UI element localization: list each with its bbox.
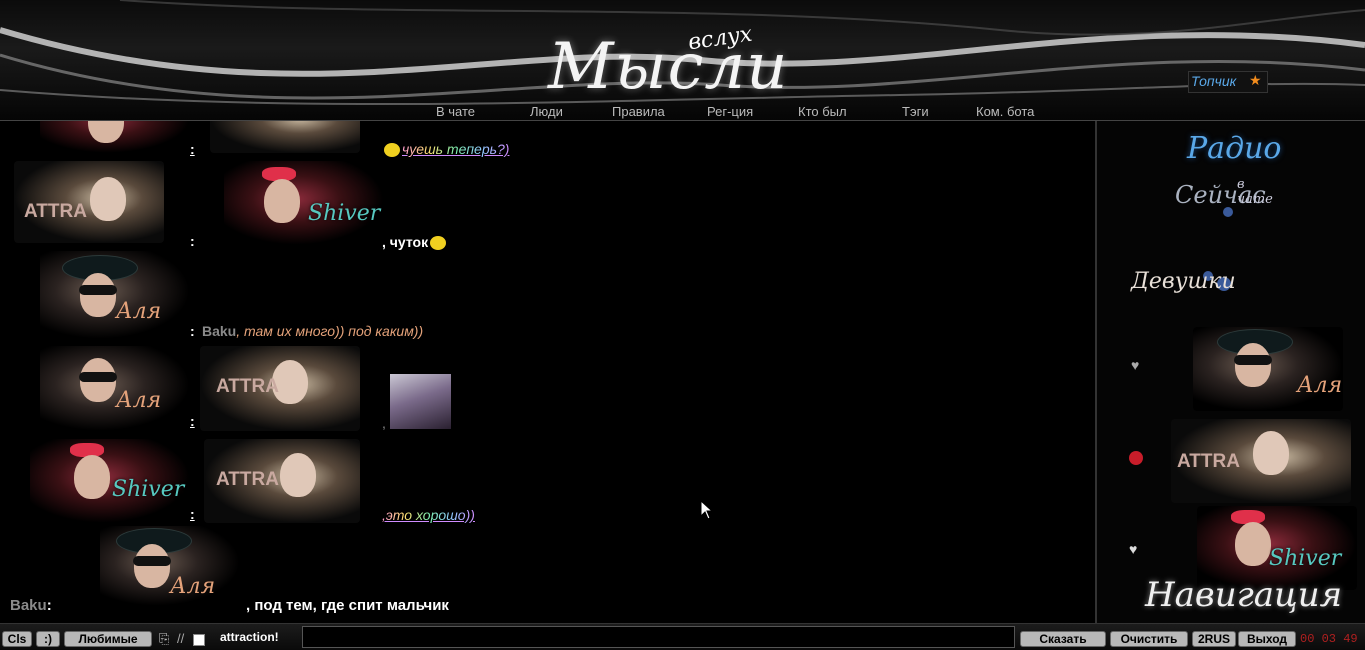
avatar-label: Shiver [112,477,185,502]
nav-tags[interactable]: Тэги [902,104,929,119]
heart-icon: ♥ [1131,357,1140,373]
avatar-label: ATTRA [218,121,281,123]
translit-button[interactable]: 2RUS [1192,631,1236,647]
decor-dot [1223,207,1233,217]
exit-button[interactable]: Выход [1238,631,1296,647]
avatar-label: ATTRA [216,376,279,397]
navigation-link[interactable]: Навигация [1145,575,1342,615]
favorites-button[interactable]: Любимые [64,631,152,647]
say-button[interactable]: Сказать [1020,631,1106,647]
session-timer: 00 03 49 [1300,632,1358,646]
avatar-label: Аля [116,388,162,413]
right-panel: Радио Сейчас в чате Девушки ♥ Аля ATTRA … [1095,121,1365,623]
heart-icon: ♥ [1129,541,1138,557]
message-text: чуешь теперь?) [382,141,509,158]
avatar-shiver[interactable]: Shiver [30,439,190,523]
nav-in-chat[interactable]: В чате [436,104,475,119]
bottom-toolbar: Cls :) Любимые ⎘ // attraction! Сказать … [0,623,1365,650]
smiles-button[interactable]: :) [36,631,60,647]
avatar-alya[interactable]: Аля [40,346,190,431]
avatar-shiver[interactable]: Shiver [40,121,190,153]
online-user-alya[interactable]: Аля [1193,327,1343,411]
star-icon: ★ [1249,72,1262,88]
attach-icon[interactable]: ⎘ [159,631,169,647]
message-text: , [382,415,386,431]
avatar-label: Аля [116,299,162,324]
avatar-alya[interactable]: Аля [100,526,240,606]
avatar-label: ATTRA [1177,451,1240,472]
avatar-attra[interactable]: ATTRA [200,346,360,431]
avatar-attra[interactable]: ATTRA [210,121,360,153]
nav-bot-commands[interactable]: Ком. бота [976,104,1034,119]
private-checkbox[interactable] [193,634,205,646]
online-user-attra[interactable]: ATTRA [1171,419,1351,503]
nav-who-was[interactable]: Кто был [798,104,847,119]
chat-messages: Shiver ATTRA : чуешь теперь?) ATTRA Shiv… [0,121,1094,623]
avatar-label: Shiver [1269,546,1342,571]
message-separator[interactable]: : [190,233,195,249]
clear-button[interactable]: Очистить [1110,631,1188,647]
message-text: ,это хорошо)) [382,507,475,523]
message-separator[interactable]: : [190,506,195,522]
avatar-alya[interactable]: Аля [40,251,190,339]
site-logo[interactable]: Мысли вслух [548,22,808,104]
message-separator[interactable]: : [190,323,195,339]
avatar-label: Аля [170,574,216,599]
message-separator[interactable]: : [190,141,195,157]
nav-people[interactable]: Люди [530,104,563,119]
avatar-attra[interactable]: ATTRA [204,439,360,523]
radio-link[interactable]: Радио [1187,131,1281,166]
rose-icon [1129,451,1143,465]
topchik-label: Топчик [1191,73,1237,89]
message-nick[interactable]: Baku [202,323,236,339]
message-text: , под тем, где спит мальчик [246,597,449,614]
smiley-icon [384,143,400,158]
avatar-shiver[interactable]: Shiver [224,161,384,245]
header-banner: Мысли вслух Топчик ★ В чате Люди Правила… [0,0,1365,121]
message-text: Baku: [10,597,52,614]
message-text: Baku, там их много)) под каким)) [202,323,424,339]
message-nick[interactable]: Baku [10,597,47,614]
message-input[interactable] [302,626,1015,648]
nav-rules[interactable]: Правила [612,104,665,119]
avatar-label: ATTRA [24,201,87,222]
mouse-cursor-icon [700,500,714,520]
smiley-icon [430,236,447,251]
avatar-label: ATTRA [216,469,279,490]
avatar-attra[interactable]: ATTRA [14,161,164,243]
current-nick[interactable]: attraction! [220,630,279,644]
nav-registration[interactable]: Рег-ция [707,104,753,119]
girls-heading: Девушки [1131,269,1236,294]
now-in-chat-heading: Сейчас в чате [1175,177,1273,209]
format-icon[interactable]: // [177,631,184,646]
message-separator[interactable]: : [190,413,195,429]
cls-button[interactable]: Cls [2,631,32,647]
message-text: , чуток [382,234,448,251]
avatar-label: Shiver [308,201,381,226]
avatar-label: Аля [1297,373,1343,398]
shared-photo[interactable] [390,374,451,429]
topchik-button[interactable]: Топчик ★ [1188,71,1268,93]
